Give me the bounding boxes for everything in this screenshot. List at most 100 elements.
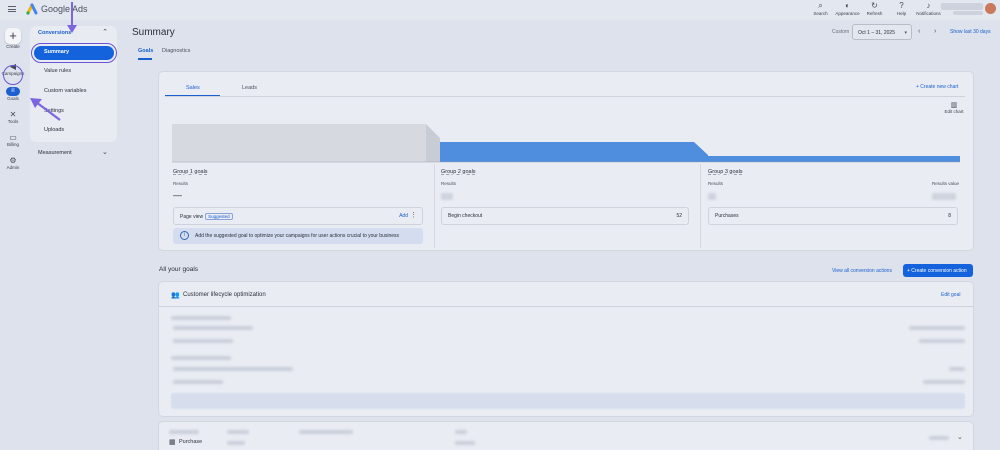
blurred-text xyxy=(169,430,199,434)
appearance-button[interactable]: ◐ Appearance xyxy=(834,1,861,16)
group1-title[interactable]: Group 1 goals xyxy=(173,168,208,175)
blurred-text xyxy=(173,339,233,343)
menu-icon[interactable] xyxy=(8,6,16,12)
goal-row-label: Begin checkout xyxy=(448,213,483,219)
avatar[interactable] xyxy=(985,3,996,14)
create-button[interactable]: + Create xyxy=(0,28,26,49)
rail-item-billing[interactable]: ▭ Billing xyxy=(0,133,26,147)
search-icon: ⌕ xyxy=(818,1,823,10)
summary-card: Sales Leads + Create new chart ▥ Edit ch… xyxy=(159,72,973,250)
lifecycle-title: Customer lifecycle optimization xyxy=(183,292,266,298)
plus-icon: + xyxy=(5,28,21,44)
blurred-text xyxy=(919,339,965,343)
all-goals-heading: All your goals xyxy=(159,266,199,273)
top-bar: Google Ads ⌕ Search ◐ Appearance ↻ Refresh … xyxy=(0,0,1000,20)
goal-row-value: 8 xyxy=(948,213,951,219)
info-icon: i xyxy=(180,231,189,240)
tab-diagnostics[interactable]: Diagnostics xyxy=(162,48,190,54)
group3-results-label: Results xyxy=(708,181,724,186)
blurred-suggestion-bar xyxy=(171,393,965,409)
tab-leads[interactable]: Leads xyxy=(242,85,257,91)
rail-item-goals[interactable]: ♕ Goals xyxy=(0,87,26,101)
google-ads-logo-icon xyxy=(26,3,38,15)
blurred-text xyxy=(173,326,253,330)
card-divider xyxy=(165,96,965,97)
column-divider xyxy=(434,164,435,248)
brand-name: Google Ads xyxy=(41,4,88,14)
edit-chart-button[interactable]: ▥ Edit chart xyxy=(943,101,965,114)
blurred-text xyxy=(909,326,965,330)
edit-goal-link[interactable]: Edit goal xyxy=(941,292,960,298)
funnel-group3 xyxy=(708,156,960,162)
blurred-text xyxy=(227,441,245,445)
nav-item-custom-variables[interactable]: Custom variables xyxy=(44,88,87,94)
appearance-icon: ◐ xyxy=(845,1,850,10)
suggested-chip: Suggested xyxy=(205,213,233,220)
notifications-button[interactable]: ♪ Notifications xyxy=(915,1,942,16)
group1-results-label: Results xyxy=(173,181,189,186)
chevron-left-icon[interactable]: ‹ xyxy=(918,28,920,35)
annotation-arrow-left xyxy=(30,98,61,121)
help-icon: ? xyxy=(899,1,904,10)
blurred-text xyxy=(171,316,231,320)
blurred-text xyxy=(171,356,231,360)
refresh-icon: ↻ xyxy=(871,1,878,10)
group2-goal-row[interactable]: Begin checkout 52 xyxy=(441,207,689,225)
date-range-picker[interactable]: Oct 1 – 31, 2025 ▾ xyxy=(852,24,912,40)
add-goal-link[interactable]: Add xyxy=(399,213,408,219)
tab-underline xyxy=(138,58,152,60)
nav-item-summary-label: Summary xyxy=(44,49,70,55)
rail-item-admin[interactable]: ⚙ Admin xyxy=(0,156,26,170)
purchase-label: Purchase xyxy=(179,439,203,445)
card-divider xyxy=(159,306,973,307)
blurred-text xyxy=(227,430,249,434)
search-button[interactable]: ⌕ Search xyxy=(807,1,834,16)
caret-down-icon: ▾ xyxy=(904,30,907,36)
group2-results-value-blurred xyxy=(441,193,453,200)
blurred-text xyxy=(949,367,965,371)
nav-section-measurement[interactable]: Measurement xyxy=(38,150,72,156)
group3-value-blurred xyxy=(932,193,956,200)
credit-card-icon: ▭ xyxy=(9,133,17,142)
group2-title[interactable]: Group 2 goals xyxy=(441,168,476,175)
refresh-button[interactable]: ↻ Refresh xyxy=(861,1,888,16)
tab-goals[interactable]: Goals xyxy=(138,48,153,54)
nav-item-uploads[interactable]: Uploads xyxy=(44,127,64,133)
help-button[interactable]: ? Help xyxy=(888,1,915,16)
more-vert-icon[interactable]: ⋮ xyxy=(410,211,417,219)
funnel-group1 xyxy=(172,124,426,162)
group1-goal-row[interactable]: Page view Suggested Add ⋮ xyxy=(173,207,423,225)
group3-title[interactable]: Group 3 goals xyxy=(708,168,743,175)
cart-icon: ▦ xyxy=(169,439,176,446)
blurred-text xyxy=(173,380,223,384)
blurred-text xyxy=(455,441,475,445)
create-chart-link[interactable]: + Create new chart xyxy=(916,84,958,90)
chevron-down-icon[interactable]: ⌄ xyxy=(957,433,963,441)
group1-results-value: — xyxy=(173,190,182,200)
date-custom-label: Custom xyxy=(832,29,850,35)
view-all-conversions-link[interactable]: View all conversion actions xyxy=(832,268,892,274)
suggestion-text: Add the suggested goal to optimize your … xyxy=(195,233,399,239)
group3-value-label: Results value xyxy=(932,181,960,186)
account-info[interactable] xyxy=(941,3,983,10)
trophy-icon: ♕ xyxy=(6,87,20,96)
tab-sales[interactable]: Sales xyxy=(186,85,200,91)
account-id xyxy=(953,11,983,15)
goal-summary-card: ▦ Purchase ⌄ xyxy=(159,422,973,450)
rail-item-tools[interactable]: ✕ Tools xyxy=(0,110,26,124)
blurred-text xyxy=(455,430,467,434)
chevron-right-icon[interactable]: › xyxy=(934,28,936,35)
group3-results-value-blurred xyxy=(708,193,716,200)
chevron-up-icon[interactable]: ⌃ xyxy=(102,28,108,36)
group3-goal-row[interactable]: Purchases 8 xyxy=(708,207,958,225)
funnel-group1-slope xyxy=(426,124,440,162)
create-conversion-button[interactable]: + Create conversion action xyxy=(903,264,973,277)
blurred-text xyxy=(923,380,965,384)
nav-item-value-rules[interactable]: Value rules xyxy=(44,68,71,74)
annotation-arrow-down xyxy=(67,2,77,33)
blurred-text xyxy=(299,430,353,434)
blurred-link[interactable] xyxy=(929,436,949,440)
group2-results-label: Results xyxy=(441,181,457,186)
show-range-link[interactable]: Show last 30 days xyxy=(950,29,991,35)
chevron-down-icon[interactable]: ⌄ xyxy=(102,148,108,156)
